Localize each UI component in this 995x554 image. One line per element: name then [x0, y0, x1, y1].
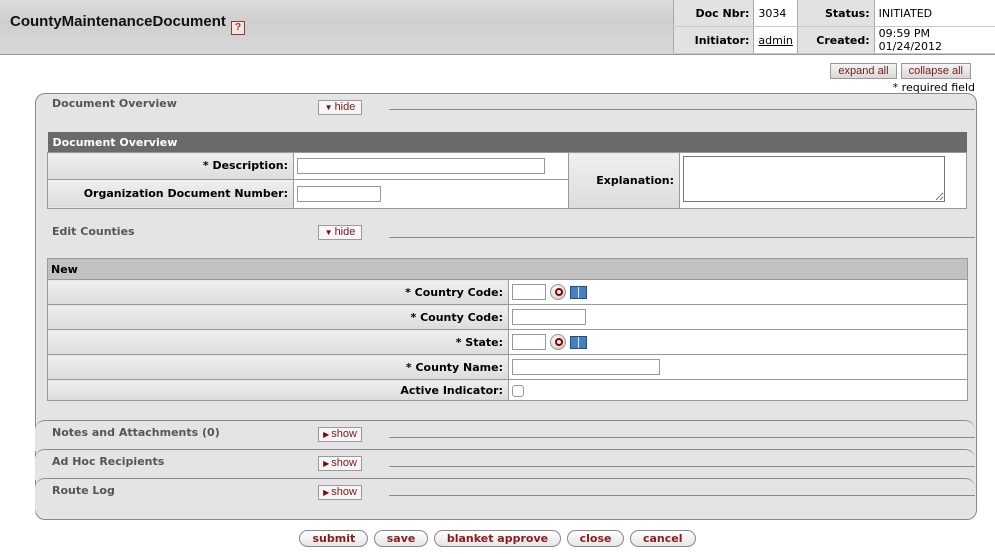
document-overview-hide-button[interactable]: ▼ hide: [318, 100, 362, 115]
triangle-right-icon: ▶: [323, 430, 330, 439]
submit-button[interactable]: submit: [299, 530, 369, 547]
tab-shape: [35, 478, 975, 518]
county-code-label: * County Code:: [47, 304, 509, 330]
tab-divider: [389, 437, 975, 438]
created-value: 09:59 PM 01/24/2012: [873, 26, 995, 54]
tab-ad-hoc-recipients: Ad Hoc Recipients: [52, 455, 165, 468]
tab-edit-counties: Edit Counties: [52, 225, 135, 238]
state-label: * State:: [47, 329, 509, 355]
triangle-right-icon: ▶: [323, 488, 330, 497]
document-header: CountyMaintenanceDocument ? Doc Nbr: 303…: [0, 0, 995, 55]
doc-nbr-value: 3034: [753, 0, 798, 27]
tab-notes-and-attachments: Notes and Attachments (0): [52, 426, 220, 439]
question-mark-icon[interactable]: ?: [231, 21, 245, 35]
description-input[interactable]: [297, 157, 545, 174]
tab-document-overview: Document Overview: [52, 97, 177, 110]
created-label: Created:: [796, 26, 875, 54]
triangle-right-icon: ▶: [323, 459, 330, 468]
blanket-approve-button[interactable]: blanket approve: [433, 530, 562, 547]
org-doc-number-input[interactable]: [297, 185, 381, 202]
new-section-title: New: [47, 258, 968, 280]
triangle-down-icon: ▼: [324, 228, 333, 237]
tab-shape: [35, 449, 975, 480]
tab-divider: [389, 109, 975, 110]
country-code-label: * Country Code:: [47, 279, 509, 305]
status-value: INITIATED: [873, 0, 995, 27]
collapse-all-button[interactable]: collapse all: [900, 63, 971, 79]
lookup-icon[interactable]: [550, 284, 566, 300]
save-button[interactable]: save: [373, 530, 429, 547]
org-doc-number-label: Organization Document Number:: [47, 178, 294, 210]
document-info-table: Doc Nbr: 3034 Status: INITIATED Initiato…: [672, 0, 995, 54]
lookup-icon[interactable]: [550, 334, 566, 350]
description-label: * Description:: [47, 152, 294, 180]
document-overview-section-title: Document Overview: [47, 132, 967, 153]
state-input[interactable]: [512, 334, 546, 350]
edit-counties-hide-button[interactable]: ▼ hide: [318, 225, 362, 240]
inquiry-book-icon[interactable]: [570, 335, 587, 349]
tab-divider: [389, 466, 975, 467]
doc-nbr-label: Doc Nbr:: [672, 0, 754, 27]
explanation-textarea[interactable]: [683, 156, 945, 202]
initiator-label: Initiator:: [672, 26, 754, 54]
triangle-down-icon: ▼: [324, 103, 333, 112]
county-name-input[interactable]: [512, 359, 660, 375]
inquiry-book-icon[interactable]: [570, 285, 587, 299]
close-button[interactable]: close: [566, 530, 625, 547]
county-name-label: * County Name:: [47, 354, 509, 380]
expand-collapse-controls: expand all collapse all: [826, 63, 971, 79]
tab-route-log: Route Log: [52, 484, 115, 497]
initiator-link[interactable]: admin: [758, 34, 792, 47]
country-code-input[interactable]: [512, 284, 546, 300]
route-log-show-button[interactable]: ▶ show: [318, 485, 362, 500]
cancel-button[interactable]: cancel: [629, 530, 696, 547]
document-title: CountyMaintenanceDocument: [10, 13, 226, 30]
tab-divider: [389, 495, 975, 496]
notes-attachments-show-button[interactable]: ▶ show: [318, 427, 362, 442]
action-buttons: submit save blanket approve close cancel: [0, 530, 995, 547]
status-label: Status:: [796, 0, 875, 27]
explanation-label: Explanation:: [568, 152, 680, 209]
expand-all-button[interactable]: expand all: [830, 63, 897, 79]
document-overview-table: Document Overview * Description: Explana…: [47, 132, 967, 210]
county-code-input[interactable]: [512, 309, 586, 325]
edit-counties-table: New * Country Code: * County Code: * Sta…: [47, 258, 968, 401]
tab-divider: [389, 237, 975, 238]
active-indicator-label: Active Indicator:: [47, 379, 509, 401]
ad-hoc-recipients-show-button[interactable]: ▶ show: [318, 456, 362, 471]
active-indicator-checkbox[interactable]: [512, 384, 524, 397]
